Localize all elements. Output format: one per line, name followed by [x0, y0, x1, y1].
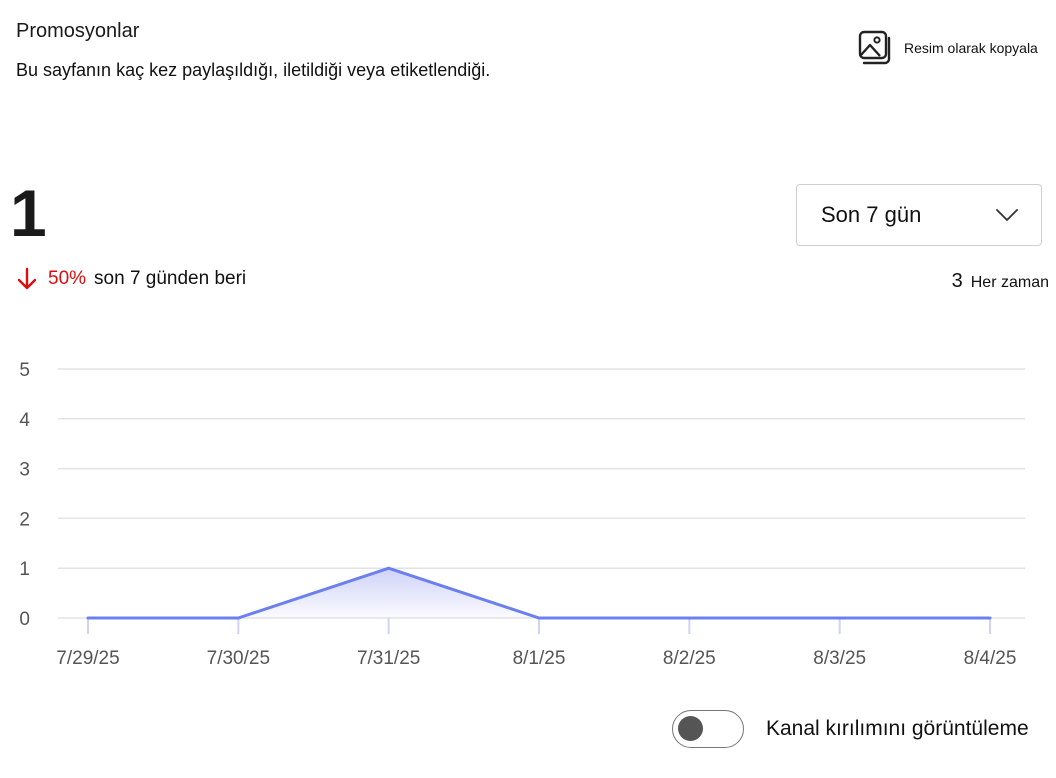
toggle-knob	[678, 716, 703, 741]
data-point	[236, 616, 240, 620]
metric-value: 1	[10, 176, 47, 250]
chevron-down-icon	[996, 209, 1018, 221]
arrow-down-icon	[17, 267, 37, 290]
copy-as-image-label: Resim olarak kopyala	[904, 40, 1038, 56]
change-percent: 50%	[48, 268, 87, 289]
x-tick-label: 7/29/25	[56, 648, 119, 669]
copy-as-image-button[interactable]: Resim olarak kopyala	[856, 30, 1038, 66]
y-tick-label: 0	[19, 609, 30, 630]
x-tick-label: 8/3/25	[813, 648, 866, 669]
all-time-stat: 3 Her zaman	[952, 270, 1049, 293]
image-icon	[858, 30, 891, 65]
series-line	[88, 566, 990, 620]
change-indicator: 50% son 7 günden beri	[16, 267, 246, 291]
x-tick-label: 7/31/25	[357, 648, 420, 669]
change-text: son 7 günden beri	[94, 268, 247, 289]
y-tick-label: 3	[19, 460, 30, 481]
series-area	[88, 568, 990, 618]
data-point	[988, 616, 992, 620]
y-tick-label: 2	[19, 509, 30, 530]
page-title: Promosyonlar	[16, 20, 140, 42]
y-tick-label: 4	[19, 410, 30, 431]
all-time-value: 3	[951, 270, 963, 292]
x-tick-label: 7/30/25	[207, 648, 270, 669]
data-point	[838, 616, 842, 620]
data-point	[537, 616, 541, 620]
data-point	[387, 566, 391, 570]
x-tick-label: 8/4/25	[964, 648, 1017, 669]
promotions-chart: 0 1 2 3 4 5 7/29/25 7/30/25 7/31/25 8/1/25 8/2/25 8…	[19, 360, 1025, 669]
y-tick-label: 5	[19, 360, 30, 381]
y-tick-label: 1	[19, 559, 30, 580]
page-subtitle: Bu sayfanın kaç kez paylaşıldığı, iletil…	[16, 60, 491, 80]
channel-breakdown-label: Kanal kırılımını görüntüleme	[766, 717, 1029, 740]
data-point	[687, 616, 691, 620]
x-tick-label: 8/1/25	[513, 648, 566, 669]
period-select[interactable]: Son 7 gün	[796, 184, 1042, 246]
channel-breakdown-toggle[interactable]	[672, 710, 744, 748]
period-select-value: Son 7 gün	[821, 202, 922, 227]
channel-breakdown-toggle-row: Kanal kırılımını görüntüleme	[672, 710, 1029, 748]
all-time-label: Her zaman	[970, 274, 1049, 291]
x-tick-label: 8/2/25	[663, 648, 716, 669]
data-point	[86, 616, 90, 620]
